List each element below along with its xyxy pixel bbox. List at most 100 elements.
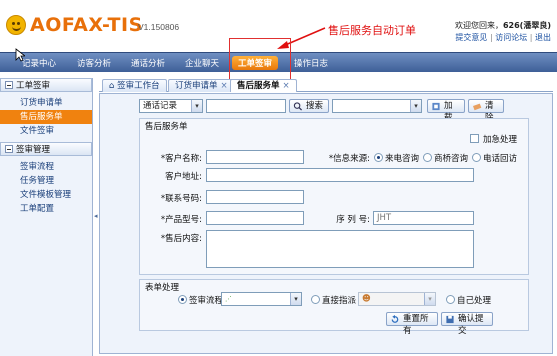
user-icon: ☻ [362, 294, 371, 304]
submit-button[interactable]: 确认提交 [441, 312, 493, 336]
customer-name-field[interactable] [206, 150, 304, 164]
nav-records[interactable]: 记录中心 [22, 57, 56, 69]
sidebar-item-file-review[interactable]: 文件签审 [0, 124, 92, 138]
customer-name-label: *客户名称: [160, 154, 202, 164]
contact-label: *联系号码: [160, 194, 202, 204]
process-radio-review-flow[interactable] [178, 295, 187, 304]
after-sales-form: 售后服务单 加急处理 *客户名称: *信息来源: 来电咨询 商桥咨询 电话回访 … [139, 118, 529, 275]
reset-label: 重置所有 [403, 314, 429, 336]
search-input[interactable] [206, 99, 286, 113]
address-field[interactable] [206, 168, 474, 182]
record-type-value: 通话记录 [143, 101, 178, 111]
tab-label: 签审工作台 [117, 81, 160, 91]
search-icon [293, 102, 303, 111]
sidebar-section-title: 工单签审 [16, 81, 51, 91]
submit-label: 确认提交 [458, 314, 484, 336]
load-icon [432, 102, 440, 111]
sidebar-item-ticket-config[interactable]: 工单配置 [0, 202, 92, 216]
sidebar-section-review-management[interactable]: 签审管理 [0, 142, 92, 156]
main-panel: 通话记录 ▾ 搜索 ▾ 加载 清除 售后服务单 加急处理 *客户名称: *信息来… [99, 93, 553, 354]
app-logo: AOFAX-TIS [6, 14, 143, 36]
content-textarea[interactable] [206, 230, 474, 268]
sidebar-section-title: 签审管理 [16, 145, 51, 155]
welcome-user: 626(潘翠良) [502, 21, 551, 30]
nav-operation-log[interactable]: 操作日志 [294, 57, 328, 69]
tab-label: 订货申请单 [175, 81, 218, 91]
annotation-highlight-box [229, 38, 291, 82]
app-version: V1.150806 [138, 22, 180, 32]
chevron-down-icon[interactable]: ▾ [410, 100, 421, 112]
sidebar-collapse-handle[interactable]: ◂ [94, 212, 98, 226]
contact-field[interactable] [206, 190, 304, 204]
save-icon [446, 315, 454, 324]
collapse-icon[interactable] [5, 81, 13, 89]
content-label: *售后内容: [160, 234, 202, 244]
process-option-label: 直接指派 [322, 296, 357, 306]
logout-link[interactable]: 退出 [535, 33, 551, 42]
source-option-label: 来电咨询 [385, 154, 420, 164]
process-radio-self[interactable] [446, 295, 455, 304]
close-icon[interactable]: × [221, 81, 228, 91]
chevron-down-icon[interactable]: ▾ [191, 100, 202, 112]
collapse-icon[interactable] [5, 145, 13, 153]
process-option-label: 签审流程 [189, 296, 224, 306]
record-type-select[interactable]: 通话记录 ▾ [139, 99, 203, 113]
tab-order-request[interactable]: 订货申请单 × [168, 79, 235, 92]
source-radio-shangqiao[interactable] [423, 153, 432, 162]
product-field[interactable] [206, 211, 304, 225]
source-option-label: 电话回访 [483, 154, 518, 164]
urgent-checkbox[interactable] [470, 134, 479, 143]
sidebar: 工单签审 订货申请单 售后服务单 文件签审 签审管理 签审流程 任务管理 文件模… [0, 78, 93, 356]
review-flow-select[interactable]: ⋰ ▾ [221, 292, 302, 306]
nav-enterprise-chat[interactable]: 企业聊天 [185, 57, 219, 69]
chevron-down-icon[interactable]: ▾ [424, 293, 435, 305]
sidebar-item-review-flow[interactable]: 签审流程 [0, 160, 92, 174]
serial-field[interactable]: JHT [373, 211, 474, 225]
info-source-label: *信息来源: [328, 154, 370, 164]
annotation-label: 售后服务自动订单 [328, 24, 416, 37]
smiley-logo-icon [6, 15, 26, 35]
process-radio-direct-assign[interactable] [311, 295, 320, 304]
chevron-down-icon[interactable]: ▾ [290, 293, 301, 305]
source-radio-incoming-call[interactable] [374, 153, 383, 162]
load-button[interactable]: 加载 [427, 99, 465, 123]
mouse-cursor-icon [15, 48, 25, 62]
close-icon[interactable]: × [283, 81, 290, 91]
process-legend: 表单处理 [145, 283, 180, 293]
sidebar-item-task-management[interactable]: 任务管理 [0, 174, 92, 188]
source-radio-callback[interactable] [472, 153, 481, 162]
sidebar-item-order-request[interactable]: 订货申请单 [0, 96, 92, 110]
nav-call-analysis[interactable]: 通话分析 [131, 57, 165, 69]
record-list-select[interactable]: ▾ [332, 99, 422, 113]
forum-link[interactable]: 访问论坛 [495, 33, 527, 42]
home-icon: ⌂ [109, 81, 115, 91]
product-label: *产品型号: [160, 215, 202, 225]
tab-bar: ⌂ 签审工作台 订货申请单 × 售后服务单 × [99, 78, 553, 92]
search-button[interactable]: 搜索 [289, 99, 329, 113]
nav-visitor-analysis[interactable]: 访客分析 [77, 57, 111, 69]
assignee-select[interactable]: ☻ ▾ [358, 292, 436, 306]
form-legend: 售后服务单 [145, 122, 188, 132]
serial-label: 序 列 号: [336, 215, 370, 225]
eraser-icon [473, 103, 482, 111]
process-panel: 表单处理 签审流程 ⋰ ▾ 直接指派 ☻ ▾ 自己处理 重置所有 确认提交 [139, 279, 529, 336]
tab-workbench[interactable]: ⌂ 签审工作台 [102, 79, 167, 92]
tab-after-sales[interactable]: 售后服务单 × [230, 79, 297, 92]
sidebar-item-template-management[interactable]: 文件模板管理 [0, 188, 92, 202]
feedback-link[interactable]: 提交意见 [455, 33, 487, 42]
search-label: 搜索 [306, 101, 324, 111]
sidebar-section-ticket-review[interactable]: 工单签审 [0, 78, 92, 92]
urgent-label: 加急处理 [483, 135, 518, 145]
clear-button[interactable]: 清除 [468, 99, 504, 123]
tab-label: 售后服务单 [237, 81, 280, 91]
reset-button[interactable]: 重置所有 [386, 312, 438, 336]
flow-tree-icon: ⋰ [225, 295, 232, 303]
address-label: 客户地址: [165, 172, 202, 182]
reset-icon [391, 315, 399, 323]
process-option-label: 自己处理 [457, 296, 492, 306]
sidebar-item-after-sales[interactable]: 售后服务单 [0, 110, 92, 124]
welcome-text: 欢迎您回来， [454, 21, 503, 30]
logo-text: AOFAX-TIS [30, 14, 143, 36]
welcome-panel: 欢迎您回来，626(潘翠良) 提交意见 | 访问论坛 | 退出 [454, 21, 551, 42]
source-option-label: 商桥咨询 [434, 154, 469, 164]
